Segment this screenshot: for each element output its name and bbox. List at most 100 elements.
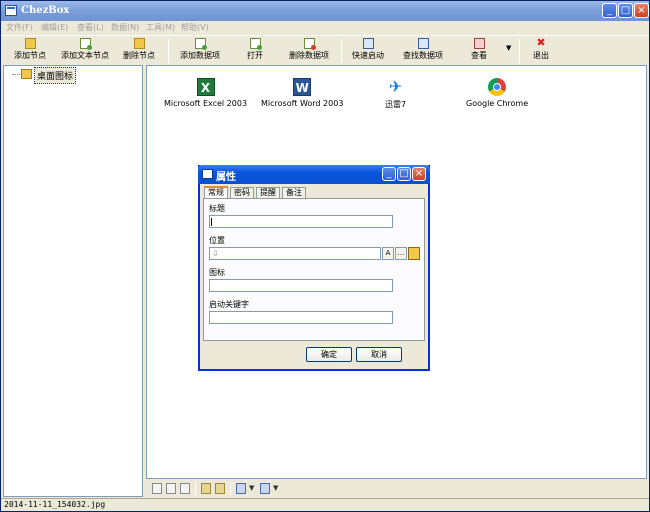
title-input[interactable] <box>209 215 393 228</box>
browse-button[interactable]: … <box>395 247 407 260</box>
folder-icon <box>21 69 32 79</box>
icon-label: 图标 <box>209 268 225 277</box>
view-label: 查看 <box>471 51 487 60</box>
item-label: Google Chrome <box>466 99 529 108</box>
add-text-node-button[interactable]: 添加文本节点 <box>60 38 110 64</box>
tab-password[interactable]: 密码 <box>230 187 254 198</box>
menu-edit[interactable]: 编辑(E) <box>41 22 68 33</box>
location-pin-icon: ⇩ <box>212 249 219 258</box>
add-data-item-icon <box>194 38 207 50</box>
tree-node-desktop-icons[interactable]: 桌面图标 <box>34 67 77 84</box>
delete-node-button[interactable]: 删除节点 <box>122 38 156 64</box>
menu-file[interactable]: 文件(F) <box>6 22 33 33</box>
location-label: 位置 <box>209 236 225 245</box>
window-title: ChezBox <box>21 5 70 16</box>
item-excel[interactable]: X Microsoft Excel 2003 <box>164 78 247 108</box>
item-thunder[interactable]: ✈ 迅雷7 <box>385 78 406 110</box>
add-text-node-icon <box>79 38 92 50</box>
chevron-down-icon[interactable]: ▼ <box>249 484 254 492</box>
sort-icon[interactable] <box>260 483 270 494</box>
open-label: 打开 <box>247 51 263 60</box>
close-button[interactable]: × <box>634 3 649 18</box>
delete-data-item-icon <box>303 38 316 50</box>
folder-open-icon[interactable] <box>215 483 225 494</box>
status-text: 2014-11-11_154032.jpg <box>4 500 106 509</box>
menu-help[interactable]: 帮助(V) <box>181 22 209 33</box>
app-icon <box>5 5 17 16</box>
delete-data-item-label: 删除数据项 <box>289 51 329 60</box>
add-text-node-label: 添加文本节点 <box>61 51 109 60</box>
dialog-title-bar: 属性 _ □ × <box>198 165 430 184</box>
find-data-item-label: 查找数据项 <box>403 51 443 60</box>
delete-node-label: 删除节点 <box>123 51 155 60</box>
dialog-title: 属性 <box>216 172 236 183</box>
icon-input[interactable] <box>209 279 393 292</box>
add-data-item-button[interactable]: 添加数据项 <box>179 38 221 64</box>
find-data-item-icon <box>417 38 429 49</box>
toolbar-separator <box>519 39 520 63</box>
quick-start-button[interactable]: 快速启动 <box>351 38 385 64</box>
keyword-label: 启动关键字 <box>209 300 249 309</box>
menu-bar: 文件(F) 编辑(E) 查看(L) 数据(N) 工具(M) 帮助(V) <box>1 21 649 35</box>
status-bar: 2014-11-11_154032.jpg <box>1 498 649 511</box>
item-chrome[interactable]: Google Chrome <box>466 78 528 108</box>
open-button[interactable]: 打开 <box>245 38 265 64</box>
find-data-item-button[interactable]: 查找数据项 <box>402 38 444 64</box>
exit-button[interactable]: ✖ 退出 <box>531 36 551 64</box>
add-data-item-label: 添加数据项 <box>180 51 220 60</box>
folder-icon[interactable] <box>408 247 420 260</box>
dialog-close-button[interactable]: × <box>412 167 426 181</box>
item-label: Microsoft Word 2003 <box>261 99 344 108</box>
toolbar-separator <box>195 482 196 495</box>
word-icon: W <box>293 78 312 96</box>
dialog-app-icon <box>202 169 213 179</box>
quick-start-icon <box>362 38 374 49</box>
view-button[interactable]: 查看 <box>469 38 489 64</box>
toolbar-separator <box>230 482 231 495</box>
add-item-icon[interactable] <box>166 483 176 494</box>
keyword-input[interactable] <box>209 311 393 324</box>
tree-connector <box>12 74 20 75</box>
menu-data[interactable]: 数据(N) <box>111 22 139 33</box>
tab-reminder[interactable]: 提醒 <box>256 187 280 198</box>
menu-tools[interactable]: 工具(M) <box>146 22 175 33</box>
delete-data-item-button[interactable]: 删除数据项 <box>288 38 330 64</box>
add-node-button[interactable]: 添加节点 <box>13 38 47 64</box>
add-node-icon <box>24 38 36 49</box>
tree-panel[interactable]: 桌面图标 <box>3 65 143 497</box>
font-icon[interactable]: A <box>382 247 394 260</box>
item-label: Microsoft Excel 2003 <box>164 99 248 108</box>
location-input[interactable]: ⇩ <box>209 247 381 260</box>
item-label: 迅雷7 <box>385 100 407 109</box>
thunder-icon: ✈ <box>388 77 403 96</box>
dialog-maximize-button[interactable]: □ <box>397 167 411 181</box>
new-item-icon[interactable] <box>152 483 162 494</box>
toolbar-separator <box>341 39 342 63</box>
add-node-label: 添加节点 <box>14 51 46 60</box>
tab-general[interactable]: 常规 <box>204 186 228 198</box>
folder-icon[interactable] <box>201 483 211 494</box>
ok-button[interactable]: 确定 <box>306 347 352 362</box>
toolbar-separator <box>168 39 169 63</box>
item-word[interactable]: W Microsoft Word 2003 <box>261 78 343 108</box>
maximize-button[interactable]: □ <box>618 3 633 18</box>
view-mode-icon[interactable] <box>236 483 246 494</box>
cancel-button[interactable]: 取消 <box>356 347 402 362</box>
view-dropdown-arrow-icon[interactable]: ▼ <box>506 44 511 52</box>
menu-view[interactable]: 查看(L) <box>77 22 104 33</box>
exit-icon: ✖ <box>536 36 546 49</box>
tab-panel-general: 标题 位置 ⇩ A … 图标 启动关键字 <box>203 198 425 341</box>
properties-dialog: 属性 _ □ × 常规 密码 提醒 备注 标题 位置 ⇩ A … 图标 启动关键… <box>198 165 430 371</box>
remove-item-icon[interactable] <box>180 483 190 494</box>
quick-start-label: 快速启动 <box>352 51 384 60</box>
item-toolbar: ▼ ▼ <box>146 479 647 497</box>
delete-node-icon <box>133 38 145 49</box>
chevron-down-icon[interactable]: ▼ <box>273 484 278 492</box>
chrome-icon <box>488 78 507 96</box>
title-bar: ChezBox _ □ × <box>1 1 649 21</box>
tab-notes[interactable]: 备注 <box>282 187 306 198</box>
open-icon <box>249 38 262 50</box>
toolbar: 添加节点 添加文本节点 删除节点 添加数据项 打开 删除数据项 快速启动 查找数… <box>1 35 649 65</box>
minimize-button[interactable]: _ <box>602 3 617 18</box>
dialog-minimize-button[interactable]: _ <box>382 167 396 181</box>
